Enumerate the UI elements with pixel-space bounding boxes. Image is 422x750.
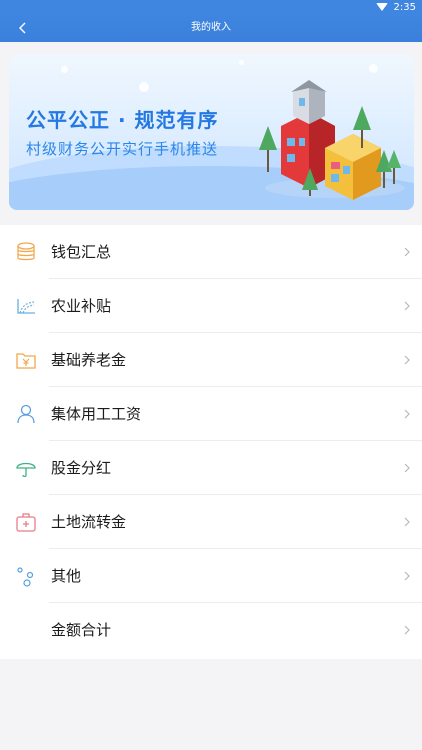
menu-item-label: 其他 (51, 567, 82, 585)
page-title: 我的收入 (191, 22, 231, 33)
menu-item-label: 股金分红 (51, 459, 112, 477)
status-time: 2:35 (393, 1, 416, 13)
medical-kit-icon (14, 510, 38, 534)
menu-item-land-transfer-fee[interactable]: 土地流转金 (0, 495, 422, 549)
chevron-right-icon (402, 245, 412, 259)
chevron-right-icon (402, 569, 412, 583)
wifi-icon (375, 3, 388, 11)
chevron-right-icon (402, 623, 412, 637)
chevron-right-icon (402, 353, 412, 367)
chevron-right-icon (402, 461, 412, 475)
menu-item-basic-pension[interactable]: 基础养老金 (0, 333, 422, 387)
chevron-right-icon (402, 515, 412, 529)
banner-bubble (139, 82, 149, 92)
banner-title: 公平公正 · 规范有序 (26, 108, 219, 132)
bubbles-icon (14, 564, 38, 588)
menu-item-collective-wages[interactable]: 集体用工工资 (0, 387, 422, 441)
menu-item-label: 基础养老金 (51, 351, 127, 369)
chevron-right-icon (402, 299, 412, 313)
banner: 公平公正 · 规范有序 村级财务公开实行手机推送 (9, 54, 414, 210)
income-menu: 钱包汇总 农业补贴 基础养老金 集体用工工资 股金分红 土地流转金 其他 金额合… (0, 225, 422, 659)
menu-item-label: 集体用工工资 (51, 405, 142, 423)
field-icon (14, 294, 38, 318)
app-header: 我的收入 (0, 14, 422, 42)
umbrella-icon (14, 456, 38, 480)
menu-item-share-dividend[interactable]: 股金分红 (0, 441, 422, 495)
menu-item-label: 钱包汇总 (51, 243, 112, 261)
banner-subtitle: 村级财务公开实行手机推送 (26, 140, 219, 158)
menu-item-wallet-summary[interactable]: 钱包汇总 (0, 225, 422, 279)
coin-stack-icon (14, 240, 38, 264)
menu-item-label: 金额合计 (51, 621, 112, 639)
menu-item-label: 农业补贴 (51, 297, 112, 315)
person-icon (14, 402, 38, 426)
yuan-folder-icon (14, 348, 38, 372)
menu-item-total-amount[interactable]: 金额合计 (0, 603, 422, 657)
banner-bubble (61, 66, 68, 73)
menu-item-other[interactable]: 其他 (0, 549, 422, 603)
chevron-right-icon (402, 407, 412, 421)
banner-bubble (239, 60, 244, 65)
village-buildings-illustration (259, 80, 405, 200)
menu-item-agricultural-subsidy[interactable]: 农业补贴 (0, 279, 422, 333)
status-bar: 2:35 (0, 0, 422, 14)
menu-item-label: 土地流转金 (51, 513, 127, 531)
